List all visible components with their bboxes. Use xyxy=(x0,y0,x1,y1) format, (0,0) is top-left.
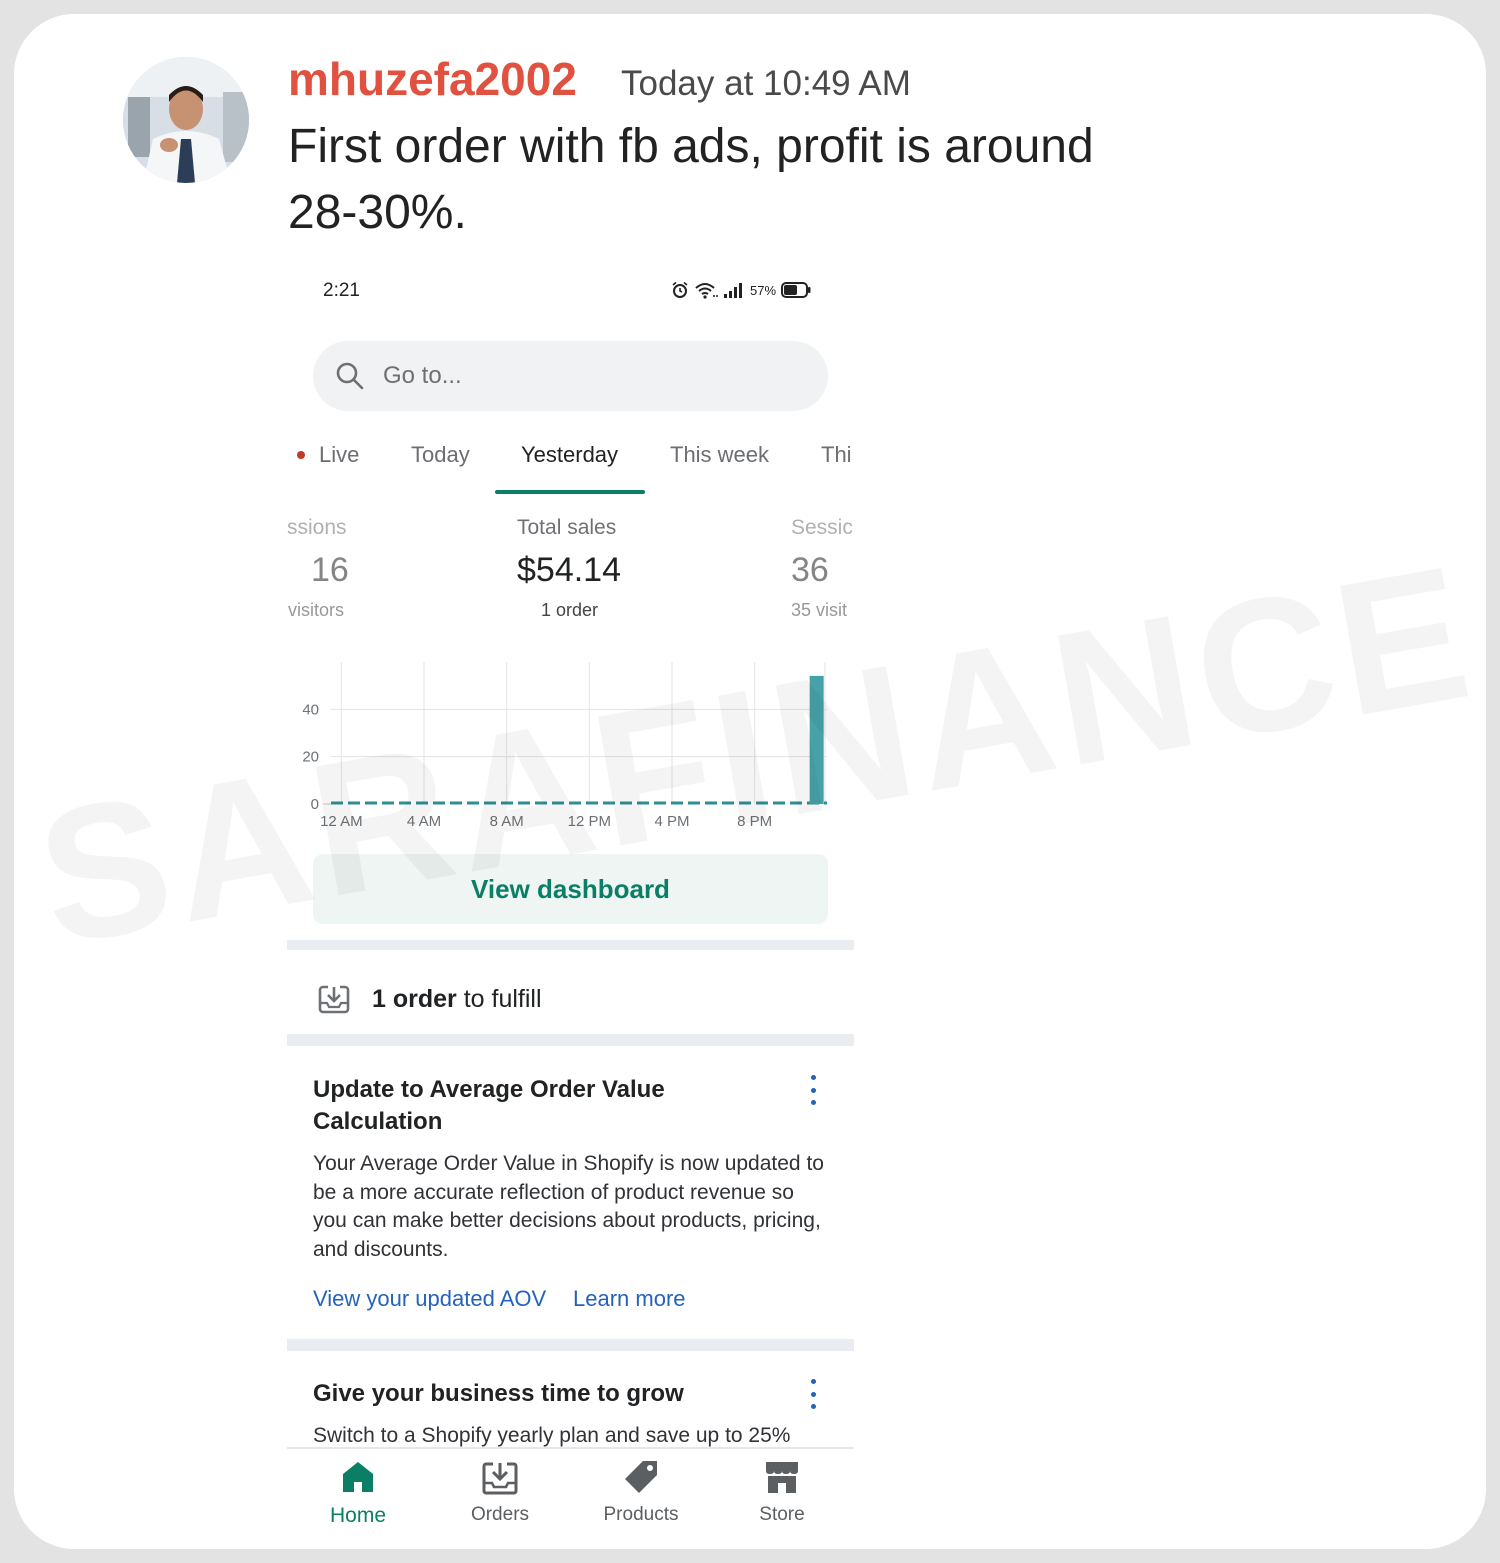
fulfill-text: 1 order to fulfill xyxy=(372,985,542,1014)
avatar-photo xyxy=(123,57,249,183)
metric-right-sub: 35 visit xyxy=(791,600,848,620)
live-dot-icon xyxy=(297,451,305,459)
tab-live[interactable]: Live xyxy=(319,442,359,468)
y-tick-label: 20 xyxy=(302,749,319,766)
nav-home[interactable]: Home xyxy=(298,1459,418,1528)
nav-products[interactable]: Products xyxy=(581,1459,701,1526)
fulfill-icon xyxy=(318,984,350,1014)
bottom-nav: Home Orders Products Store xyxy=(287,1447,854,1549)
battery-percent: 57% xyxy=(750,282,777,298)
view-updated-aov-link[interactable]: View your updated AOV xyxy=(313,1286,546,1312)
search-placeholder: Go to... xyxy=(383,362,462,389)
x-tick-label: 4 AM xyxy=(407,813,441,830)
x-tick-label: 12 PM xyxy=(568,813,611,830)
y-tick-label: 40 xyxy=(302,701,319,718)
orders-to-fulfill-row[interactable]: 1 order to fulfill xyxy=(287,964,854,1034)
sales-chart: 12 AM 4 AM 8 AM 12 PM 4 PM 8 PM 0 20 40 xyxy=(302,662,827,830)
fulfill-count: 1 order xyxy=(372,984,457,1013)
alarm-icon xyxy=(672,281,688,298)
aov-card-title: Update to Average Order Value Calculatio… xyxy=(313,1076,665,1135)
y-tick-label: 0 xyxy=(311,796,319,813)
metric-left-value: 16 xyxy=(311,551,349,589)
tab-today[interactable]: Today xyxy=(411,442,470,468)
grow-card-menu-icon[interactable] xyxy=(808,1379,818,1409)
nav-store[interactable]: Store xyxy=(722,1459,842,1526)
search-bar[interactable]: Go to... xyxy=(313,341,828,411)
total-sales-value[interactable]: $54.14 xyxy=(517,551,621,590)
fulfill-rest: to fulfill xyxy=(456,984,542,1013)
aov-card-body: Your Average Order Value in Shopify is n… xyxy=(313,1152,824,1261)
aov-card-menu-icon[interactable] xyxy=(808,1075,818,1105)
metric-right-value: 36 xyxy=(791,551,829,589)
timestamp: Today at 10:49 AM xyxy=(621,64,911,103)
wifi-icon xyxy=(695,283,718,299)
message-card: mhuzefa2002 Today at 10:49 AM First orde… xyxy=(14,14,1486,1549)
x-tick-label: 8 AM xyxy=(490,813,524,830)
nav-orders-label: Orders xyxy=(470,1504,530,1525)
home-icon xyxy=(343,1462,373,1492)
metric-right-label: Sessic xyxy=(791,516,853,539)
username[interactable]: mhuzefa2002 xyxy=(288,52,577,106)
x-tick-label: 12 AM xyxy=(320,813,363,830)
message-text: First order with fb ads, profit is aroun… xyxy=(288,120,1094,239)
shopify-app-screenshot: 2:21 57% Go to... Live Today Yesterday T… xyxy=(287,264,854,1549)
x-tick-label: 4 PM xyxy=(654,813,689,830)
status-icons: 57% xyxy=(671,279,811,301)
nav-products-label: Products xyxy=(603,1504,679,1525)
status-time: 2:21 xyxy=(323,280,360,301)
nav-home-label: Home xyxy=(329,1504,387,1527)
metric-left-sub: visitors xyxy=(288,600,345,620)
tab-this-month[interactable]: Thi xyxy=(821,442,852,468)
nav-orders[interactable]: Orders xyxy=(440,1459,560,1526)
search-icon xyxy=(336,362,364,390)
signal-icon xyxy=(724,283,742,298)
active-tab-indicator xyxy=(495,490,645,494)
total-sales-label: Total sales xyxy=(517,516,617,539)
avatar[interactable] xyxy=(123,57,249,183)
store-icon xyxy=(766,1462,798,1493)
tab-this-week[interactable]: This week xyxy=(670,442,769,468)
tag-icon xyxy=(625,1461,657,1493)
section-divider xyxy=(287,940,854,950)
grow-card-title: Give your business time to grow xyxy=(313,1380,684,1407)
x-tick-label: 8 PM xyxy=(737,813,772,830)
section-divider xyxy=(287,1034,854,1046)
battery-icon xyxy=(781,282,811,298)
total-sales-orders: 1 order xyxy=(541,600,599,620)
metric-left-label: ssions xyxy=(287,516,347,539)
section-divider xyxy=(287,1339,854,1351)
view-dashboard-button[interactable]: View dashboard xyxy=(313,854,828,924)
orders-icon xyxy=(482,1461,518,1495)
date-range-tabs: Live Today Yesterday This week Thi xyxy=(287,434,854,494)
learn-more-link[interactable]: Learn more xyxy=(573,1286,686,1312)
tab-yesterday[interactable]: Yesterday xyxy=(521,442,618,468)
nav-store-label: Store xyxy=(759,1504,805,1525)
chart-bar-11-pm xyxy=(809,675,824,804)
